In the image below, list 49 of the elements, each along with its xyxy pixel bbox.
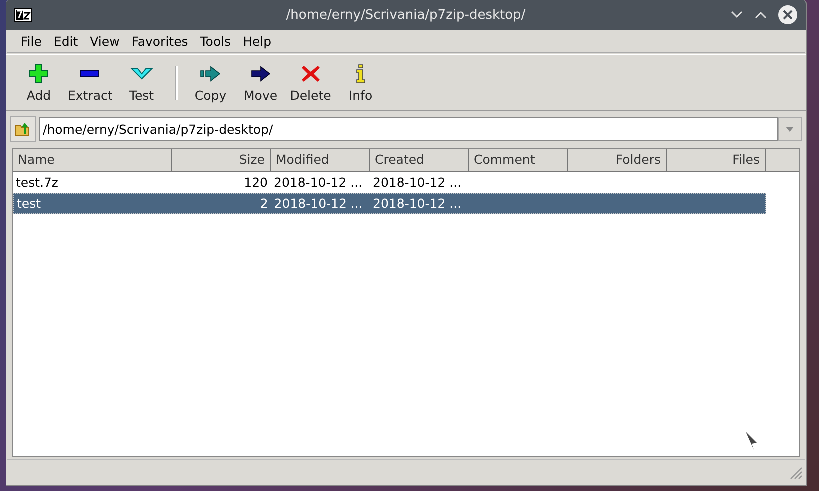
menu-item[interactable]: Favorites bbox=[126, 34, 194, 48]
toolbar-button[interactable]: Add bbox=[14, 60, 64, 104]
chevron-icon bbox=[130, 68, 153, 80]
menu-item[interactable]: File bbox=[15, 34, 48, 48]
dropdown-button[interactable] bbox=[778, 117, 802, 141]
table-cell: 120 bbox=[244, 175, 268, 190]
table-cell: 2018-10-12 ... bbox=[274, 196, 363, 211]
table-cell: 2 bbox=[260, 196, 268, 211]
column-header[interactable]: Folders bbox=[568, 149, 667, 172]
menu-item[interactable]: Edit bbox=[48, 34, 84, 48]
up-folder-button[interactable] bbox=[10, 116, 36, 142]
column-header[interactable]: Modified bbox=[271, 149, 370, 172]
toolbar-button[interactable]: Move bbox=[236, 60, 286, 104]
toolbar-button[interactable]: Extract bbox=[64, 60, 117, 104]
close-icon[interactable] bbox=[778, 5, 798, 25]
arrow-icon bbox=[200, 66, 220, 82]
menu-item[interactable]: Tools bbox=[194, 34, 238, 48]
arrow-icon bbox=[251, 66, 270, 82]
table-cell: 2018-10-12 ... bbox=[274, 175, 363, 190]
cross-icon bbox=[302, 66, 320, 82]
column-header[interactable]: Files bbox=[667, 149, 766, 172]
toolbar-button[interactable]: Info bbox=[336, 60, 386, 104]
minus-icon bbox=[80, 70, 100, 77]
plus-icon bbox=[30, 64, 48, 83]
folder-up-icon bbox=[15, 121, 31, 137]
column-header[interactable]: Comment bbox=[469, 149, 568, 172]
table-cell: 2018-10-12 ... bbox=[373, 175, 462, 190]
column-header[interactable]: Created bbox=[370, 149, 469, 172]
address-field[interactable]: /home/erny/Scrivania/p7zip-desktop/ bbox=[39, 117, 778, 141]
mouse-cursor-icon bbox=[746, 432, 758, 450]
minimize-icon[interactable] bbox=[730, 10, 744, 20]
menu-item[interactable]: View bbox=[84, 34, 126, 48]
column-header[interactable]: Name bbox=[13, 149, 172, 172]
table-row[interactable]: test.7z 120 2018-10-12 ... 2018-10-12 ... bbox=[13, 172, 766, 193]
caret-icon bbox=[786, 126, 794, 132]
toolbar-button[interactable]: Test bbox=[116, 60, 167, 104]
toolbar-button[interactable]: Delete bbox=[286, 60, 336, 104]
app-logo-icon bbox=[14, 8, 32, 22]
table-cell: test.7z bbox=[16, 175, 58, 190]
table-row[interactable]: test 2 2018-10-12 ... 2018-10-12 ... bbox=[13, 193, 766, 214]
menu-item[interactable]: Help bbox=[237, 34, 278, 48]
window-title: /home/erny/Scrivania/p7zip-desktop/ bbox=[285, 8, 527, 22]
column-header[interactable]: Size bbox=[172, 149, 271, 172]
maximize-icon[interactable] bbox=[754, 10, 768, 20]
table-cell: test bbox=[17, 196, 42, 211]
resize-grip-icon[interactable] bbox=[789, 466, 803, 480]
toolbar-button[interactable]: Copy bbox=[186, 60, 236, 104]
info-icon bbox=[356, 64, 366, 83]
table-cell: 2018-10-12 ... bbox=[373, 196, 462, 211]
